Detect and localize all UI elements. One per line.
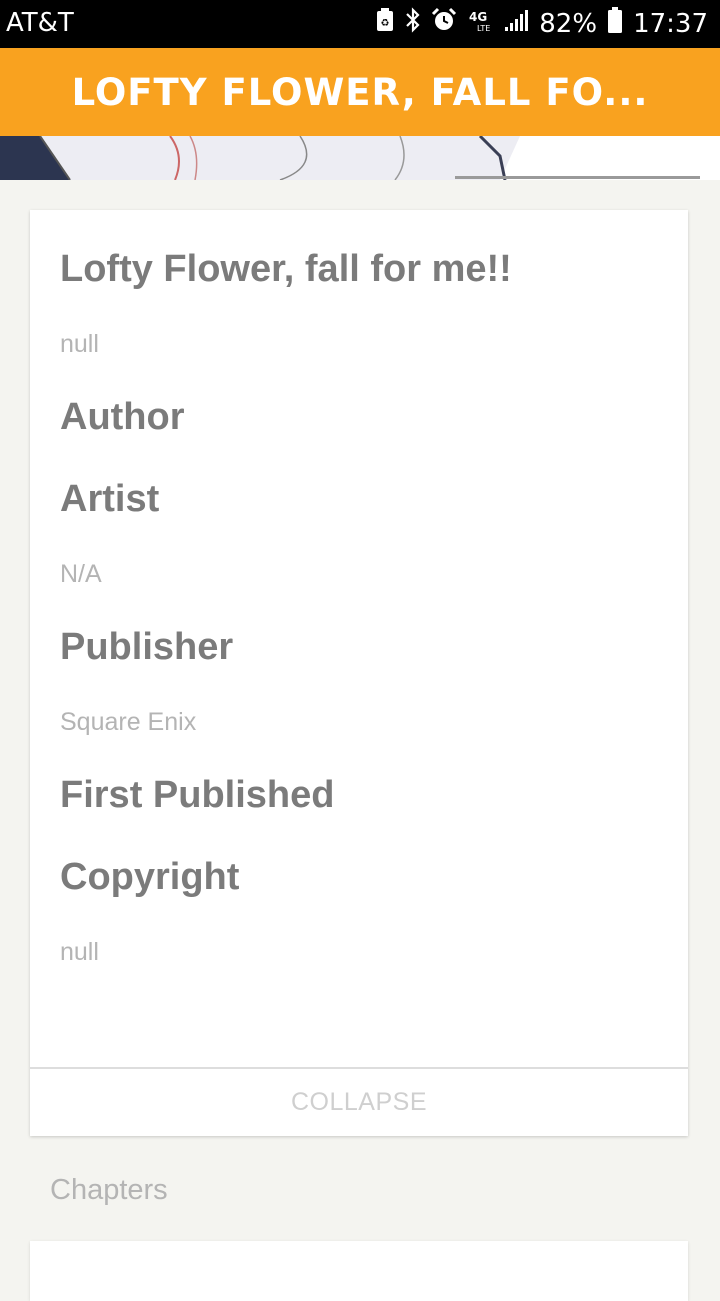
manga-title: Lofty Flower, fall for me!! [60,248,512,290]
details-card: Lofty Flower, fall for me!! null Author … [30,210,688,1136]
cover-image [0,136,720,180]
author-label: Author [60,396,185,438]
battery-icon [607,6,623,41]
description-value: null [60,330,99,358]
artist-label: Artist [60,478,160,520]
first-published-label: First Published [60,774,335,816]
chapters-list [30,1241,688,1301]
collapse-button[interactable]: COLLAPSE [30,1069,688,1136]
svg-text:4G: 4G [469,10,487,24]
chapters-header: Chapters [50,1174,168,1206]
svg-text:♻: ♻ [381,18,390,29]
4g-lte-icon: 4G LTE [467,7,493,40]
copyright-label: Copyright [60,856,240,898]
status-icons: ♻ 4G LTE 82% 17:37 [375,6,708,41]
svg-text:LTE: LTE [477,24,490,33]
alarm-icon [431,7,457,40]
copyright-value: null [60,938,99,966]
publisher-label: Publisher [60,626,234,668]
bluetooth-icon [405,7,421,40]
battery-saver-icon: ♻ [375,7,395,40]
app-bar: LOFTY FLOWER, FALL FO... [0,48,720,136]
signal-icon [503,7,529,40]
clock: 17:37 [633,8,708,39]
artist-value: N/A [60,560,102,588]
status-bar: AT&T ♻ 4G LTE 82% 17:37 [0,0,720,48]
page-title: LOFTY FLOWER, FALL FO... [71,70,649,114]
carrier-name: AT&T [6,8,74,38]
battery-percent: 82% [539,8,598,39]
publisher-value: Square Enix [60,708,197,736]
